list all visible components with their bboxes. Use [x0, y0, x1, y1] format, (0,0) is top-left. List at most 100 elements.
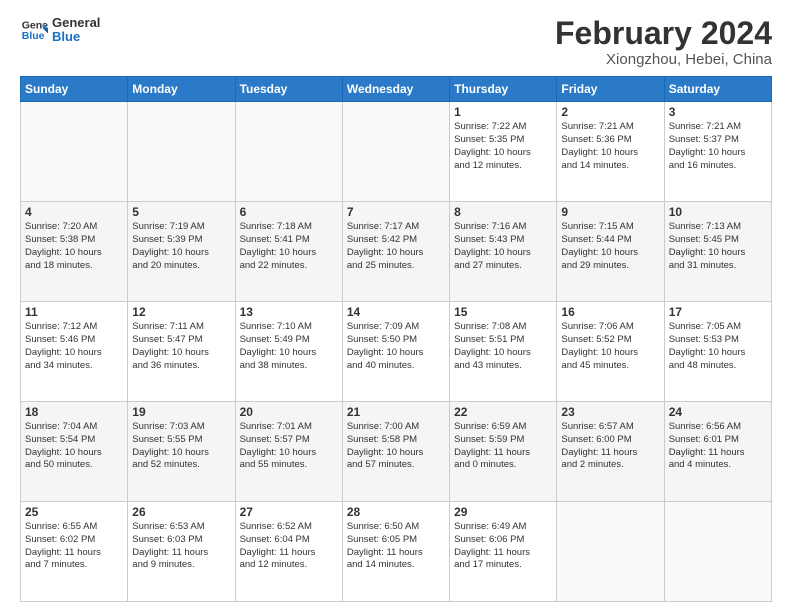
day-info: Sunrise: 7:10 AM Sunset: 5:49 PM Dayligh…: [240, 321, 338, 372]
week-row-4: 18 Sunrise: 7:04 AM Sunset: 5:54 PM Dayli…: [21, 402, 772, 502]
day-info: Sunrise: 6:57 AM Sunset: 6:00 PM Dayligh…: [561, 421, 659, 472]
calendar-cell: 18 Sunrise: 7:04 AM Sunset: 5:54 PM Dayli…: [21, 402, 128, 502]
day-number: 3: [669, 105, 767, 119]
calendar-cell: [664, 502, 771, 602]
day-number: 8: [454, 205, 552, 219]
week-row-2: 4 Sunrise: 7:20 AM Sunset: 5:38 PM Daylig…: [21, 202, 772, 302]
day-number: 4: [25, 205, 123, 219]
calendar-cell: 15 Sunrise: 7:08 AM Sunset: 5:51 PM Dayli…: [450, 302, 557, 402]
day-info: Sunrise: 6:55 AM Sunset: 6:02 PM Dayligh…: [25, 521, 123, 572]
logo-icon: General Blue: [20, 16, 48, 44]
calendar-cell: 29 Sunrise: 6:49 AM Sunset: 6:06 PM Dayli…: [450, 502, 557, 602]
day-header-friday: Friday: [557, 77, 664, 102]
calendar-cell: 10Sunrise: 7:13 AM Sunset: 5:45 PM Dayli…: [664, 202, 771, 302]
day-info: Sunrise: 7:00 AM Sunset: 5:58 PM Dayligh…: [347, 421, 445, 472]
day-number: 25: [25, 505, 123, 519]
calendar-cell: [128, 102, 235, 202]
day-info: Sunrise: 7:08 AM Sunset: 5:51 PM Dayligh…: [454, 321, 552, 372]
page: General Blue General Blue February 2024 …: [0, 0, 792, 612]
calendar-header-row: SundayMondayTuesdayWednesdayThursdayFrid…: [21, 77, 772, 102]
day-header-tuesday: Tuesday: [235, 77, 342, 102]
day-header-monday: Monday: [128, 77, 235, 102]
day-number: 15: [454, 305, 552, 319]
day-number: 9: [561, 205, 659, 219]
day-info: Sunrise: 7:21 AM Sunset: 5:37 PM Dayligh…: [669, 121, 767, 172]
day-info: Sunrise: 7:11 AM Sunset: 5:47 PM Dayligh…: [132, 321, 230, 372]
day-number: 24: [669, 405, 767, 419]
calendar-cell: 6 Sunrise: 7:18 AM Sunset: 5:41 PM Daylig…: [235, 202, 342, 302]
day-number: 12: [132, 305, 230, 319]
day-info: Sunrise: 7:18 AM Sunset: 5:41 PM Dayligh…: [240, 221, 338, 272]
day-number: 28: [347, 505, 445, 519]
day-number: 2: [561, 105, 659, 119]
day-number: 22: [454, 405, 552, 419]
calendar-cell: [21, 102, 128, 202]
day-info: Sunrise: 7:12 AM Sunset: 5:46 PM Dayligh…: [25, 321, 123, 372]
calendar-cell: 13 Sunrise: 7:10 AM Sunset: 5:49 PM Dayli…: [235, 302, 342, 402]
day-number: 17: [669, 305, 767, 319]
day-number: 16: [561, 305, 659, 319]
day-number: 11: [25, 305, 123, 319]
day-info: Sunrise: 7:03 AM Sunset: 5:55 PM Dayligh…: [132, 421, 230, 472]
calendar-cell: 5 Sunrise: 7:19 AM Sunset: 5:39 PM Daylig…: [128, 202, 235, 302]
day-number: 27: [240, 505, 338, 519]
day-info: Sunrise: 7:19 AM Sunset: 5:39 PM Dayligh…: [132, 221, 230, 272]
calendar-cell: [342, 102, 449, 202]
day-number: 7: [347, 205, 445, 219]
calendar-cell: 9Sunrise: 7:15 AM Sunset: 5:44 PM Daylig…: [557, 202, 664, 302]
day-number: 19: [132, 405, 230, 419]
day-number: 13: [240, 305, 338, 319]
calendar-cell: 27 Sunrise: 6:52 AM Sunset: 6:04 PM Dayli…: [235, 502, 342, 602]
day-info: Sunrise: 6:52 AM Sunset: 6:04 PM Dayligh…: [240, 521, 338, 572]
day-number: 14: [347, 305, 445, 319]
day-info: Sunrise: 7:22 AM Sunset: 5:35 PM Dayligh…: [454, 121, 552, 172]
calendar-cell: 16 Sunrise: 7:06 AM Sunset: 5:52 PM Dayli…: [557, 302, 664, 402]
day-number: 23: [561, 405, 659, 419]
day-info: Sunrise: 7:17 AM Sunset: 5:42 PM Dayligh…: [347, 221, 445, 272]
calendar-cell: 26 Sunrise: 6:53 AM Sunset: 6:03 PM Dayli…: [128, 502, 235, 602]
day-info: Sunrise: 7:21 AM Sunset: 5:36 PM Dayligh…: [561, 121, 659, 172]
day-number: 18: [25, 405, 123, 419]
day-number: 21: [347, 405, 445, 419]
calendar-cell: 4 Sunrise: 7:20 AM Sunset: 5:38 PM Daylig…: [21, 202, 128, 302]
calendar-cell: 17 Sunrise: 7:05 AM Sunset: 5:53 PM Dayli…: [664, 302, 771, 402]
day-header-thursday: Thursday: [450, 77, 557, 102]
day-number: 26: [132, 505, 230, 519]
title-block: February 2024 Xiongzhou, Hebei, China: [555, 16, 772, 68]
calendar-subtitle: Xiongzhou, Hebei, China: [555, 51, 772, 68]
day-number: 6: [240, 205, 338, 219]
logo-text-blue: Blue: [52, 30, 100, 44]
calendar-cell: 12 Sunrise: 7:11 AM Sunset: 5:47 PM Dayli…: [128, 302, 235, 402]
week-row-3: 11 Sunrise: 7:12 AM Sunset: 5:46 PM Dayli…: [21, 302, 772, 402]
day-number: 29: [454, 505, 552, 519]
day-info: Sunrise: 7:04 AM Sunset: 5:54 PM Dayligh…: [25, 421, 123, 472]
calendar-cell: 11 Sunrise: 7:12 AM Sunset: 5:46 PM Dayli…: [21, 302, 128, 402]
calendar-cell: 28 Sunrise: 6:50 AM Sunset: 6:05 PM Dayli…: [342, 502, 449, 602]
calendar-cell: 25 Sunrise: 6:55 AM Sunset: 6:02 PM Dayli…: [21, 502, 128, 602]
day-number: 5: [132, 205, 230, 219]
day-info: Sunrise: 6:56 AM Sunset: 6:01 PM Dayligh…: [669, 421, 767, 472]
day-info: Sunrise: 6:53 AM Sunset: 6:03 PM Dayligh…: [132, 521, 230, 572]
day-info: Sunrise: 7:20 AM Sunset: 5:38 PM Dayligh…: [25, 221, 123, 272]
calendar-cell: 23 Sunrise: 6:57 AM Sunset: 6:00 PM Dayli…: [557, 402, 664, 502]
day-info: Sunrise: 7:06 AM Sunset: 5:52 PM Dayligh…: [561, 321, 659, 372]
day-info: Sunrise: 6:50 AM Sunset: 6:05 PM Dayligh…: [347, 521, 445, 572]
calendar-cell: 7 Sunrise: 7:17 AM Sunset: 5:42 PM Daylig…: [342, 202, 449, 302]
calendar-cell: 19 Sunrise: 7:03 AM Sunset: 5:55 PM Dayli…: [128, 402, 235, 502]
day-info: Sunrise: 6:49 AM Sunset: 6:06 PM Dayligh…: [454, 521, 552, 572]
day-header-wednesday: Wednesday: [342, 77, 449, 102]
week-row-1: 1Sunrise: 7:22 AM Sunset: 5:35 PM Daylig…: [21, 102, 772, 202]
week-row-5: 25 Sunrise: 6:55 AM Sunset: 6:02 PM Dayli…: [21, 502, 772, 602]
calendar-cell: 21 Sunrise: 7:00 AM Sunset: 5:58 PM Dayli…: [342, 402, 449, 502]
calendar-cell: 8Sunrise: 7:16 AM Sunset: 5:43 PM Daylig…: [450, 202, 557, 302]
header: General Blue General Blue February 2024 …: [20, 16, 772, 68]
day-info: Sunrise: 7:09 AM Sunset: 5:50 PM Dayligh…: [347, 321, 445, 372]
calendar-cell: 1Sunrise: 7:22 AM Sunset: 5:35 PM Daylig…: [450, 102, 557, 202]
calendar-cell: 22Sunrise: 6:59 AM Sunset: 5:59 PM Dayli…: [450, 402, 557, 502]
logo-text-general: General: [52, 16, 100, 30]
day-info: Sunrise: 7:13 AM Sunset: 5:45 PM Dayligh…: [669, 221, 767, 272]
day-info: Sunrise: 7:05 AM Sunset: 5:53 PM Dayligh…: [669, 321, 767, 372]
day-info: Sunrise: 7:01 AM Sunset: 5:57 PM Dayligh…: [240, 421, 338, 472]
day-number: 20: [240, 405, 338, 419]
calendar-cell: [557, 502, 664, 602]
